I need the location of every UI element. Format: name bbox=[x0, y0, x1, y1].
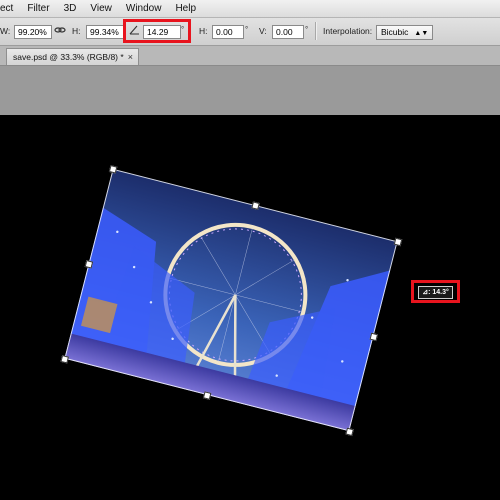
height-label: H: bbox=[72, 26, 81, 36]
document-tab-title: save.psd @ 33.3% (RGB/8) * bbox=[13, 52, 124, 62]
menu-bar: ect Filter 3D View Window Help bbox=[0, 0, 500, 18]
height-field[interactable]: 99.34% bbox=[86, 25, 124, 39]
vskew-unit: ° bbox=[305, 25, 309, 34]
rotation-readout-highlight: ⊿: 14.3° bbox=[411, 280, 460, 303]
interpolation-value: Bicubic bbox=[381, 27, 409, 37]
menu-3d[interactable]: 3D bbox=[57, 3, 84, 14]
options-divider bbox=[315, 22, 317, 40]
interpolation-label: Interpolation: bbox=[323, 26, 373, 36]
document-tab[interactable]: save.psd @ 33.3% (RGB/8) * × bbox=[6, 48, 139, 65]
options-bar: W: 99.20% H: 99.34% 14.29 ° H: 0.00 ° V:… bbox=[0, 18, 500, 46]
menu-help[interactable]: Help bbox=[168, 3, 203, 14]
menu-select[interactable]: ect bbox=[0, 3, 20, 14]
menu-window[interactable]: Window bbox=[119, 3, 169, 14]
horizontal-skew-field[interactable]: 0.00 bbox=[212, 25, 244, 39]
rotation-readout: ⊿: 14.3° bbox=[418, 286, 453, 299]
angle-field-highlight bbox=[123, 19, 191, 43]
width-label: W: bbox=[0, 26, 11, 36]
pasteboard bbox=[0, 66, 500, 115]
horizontal-skew-label: H: bbox=[199, 26, 208, 36]
hskew-unit: ° bbox=[245, 25, 249, 34]
vertical-skew-label: V: bbox=[259, 26, 267, 36]
vertical-skew-field[interactable]: 0.00 bbox=[272, 25, 304, 39]
menu-filter[interactable]: Filter bbox=[20, 3, 56, 14]
document-tab-bar: save.psd @ 33.3% (RGB/8) * × bbox=[0, 46, 500, 66]
dropdown-arrow-icon: ▲▼ bbox=[414, 30, 429, 37]
close-icon[interactable]: × bbox=[128, 49, 133, 65]
chain-link-icon[interactable] bbox=[54, 24, 66, 38]
menu-view[interactable]: View bbox=[83, 3, 119, 14]
interpolation-select[interactable]: Bicubic ▲▼ bbox=[376, 25, 434, 40]
width-field[interactable]: 99.20% bbox=[14, 25, 52, 39]
